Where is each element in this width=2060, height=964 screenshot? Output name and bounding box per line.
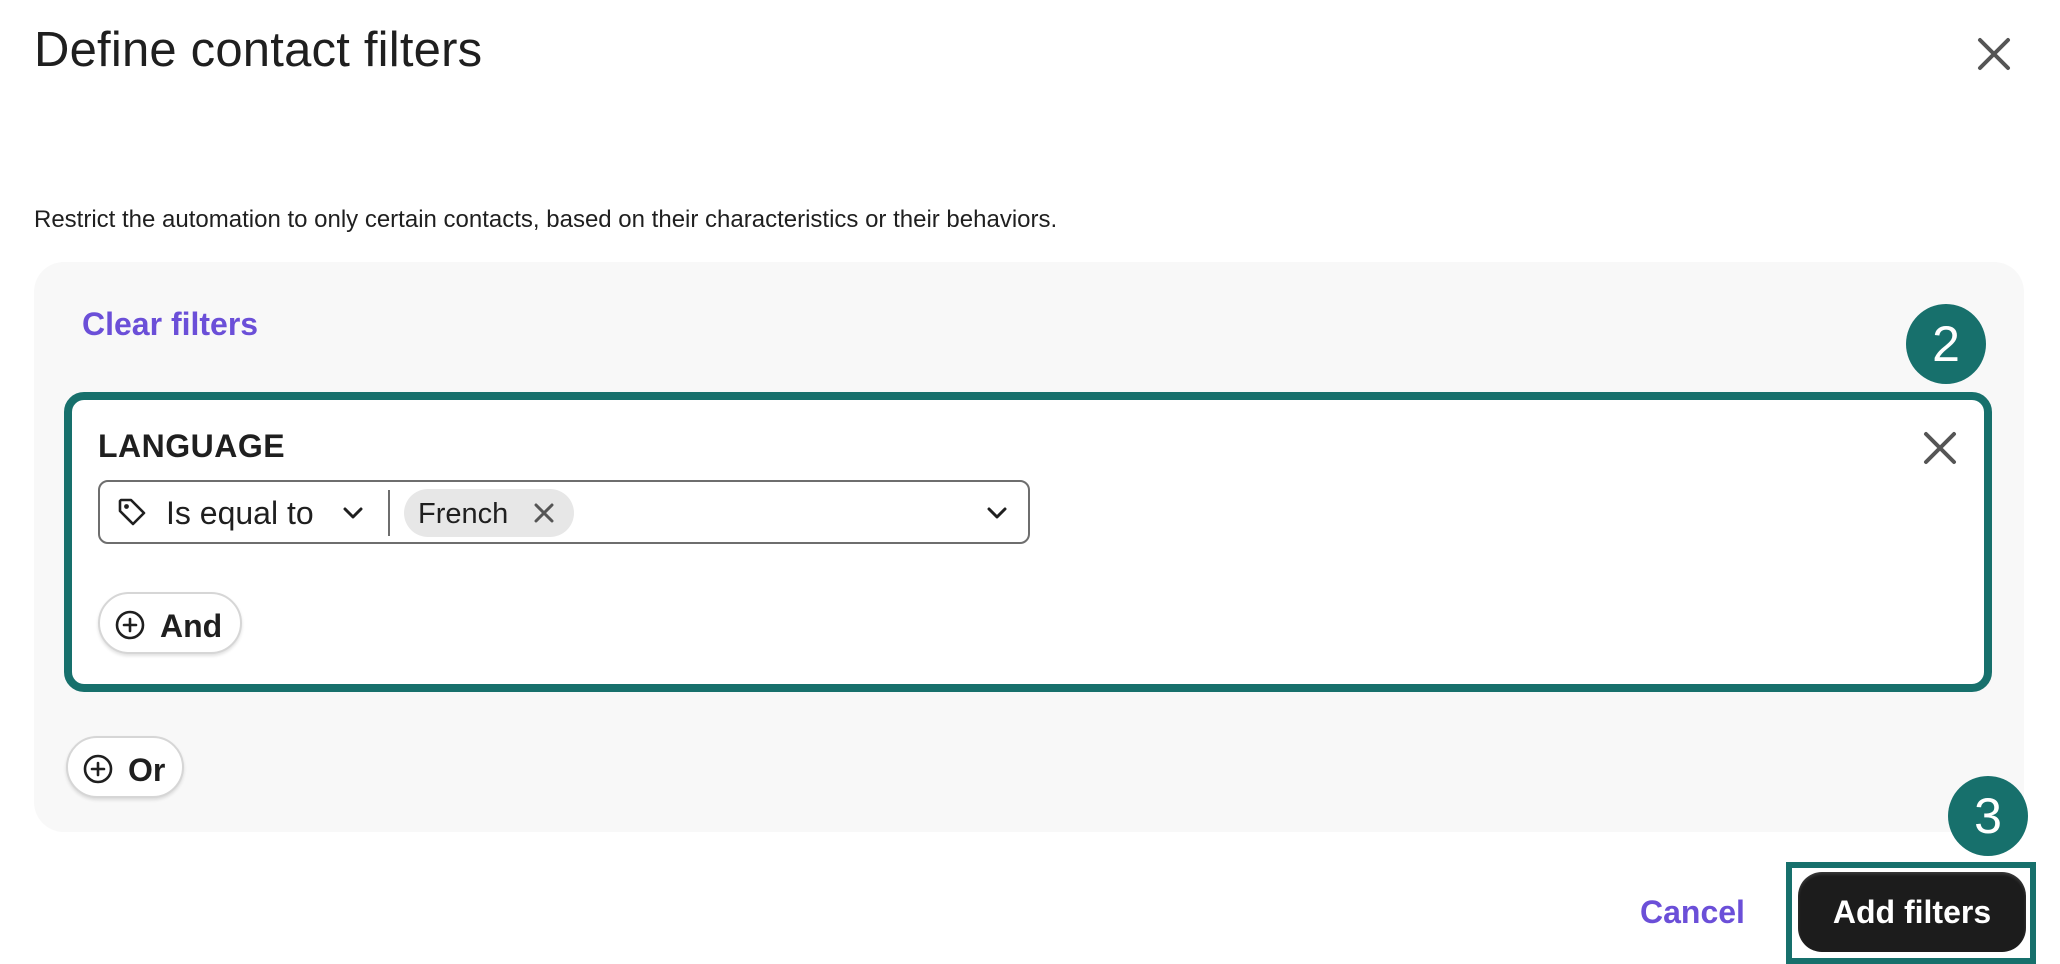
chevron-down-icon[interactable] (984, 500, 1010, 526)
or-label: Or (128, 752, 166, 788)
chevron-down-icon (343, 507, 363, 519)
dialog-title: Define contact filters (34, 23, 483, 77)
and-label: And (160, 608, 223, 644)
plus-circle-icon (115, 610, 145, 640)
value-chip-label: French (418, 498, 509, 530)
remove-value-button[interactable] (530, 499, 558, 527)
close-icon (534, 503, 554, 523)
close-icon (1924, 432, 1956, 464)
operator-label: Is equal to (166, 495, 314, 531)
step-badge-3: 3 (1948, 776, 2028, 856)
close-dialog-button[interactable] (1970, 30, 2018, 78)
cancel-button[interactable]: Cancel (1640, 894, 1745, 931)
close-icon (1978, 38, 2010, 70)
add-filters-button[interactable]: Add filters (1798, 872, 2026, 952)
dialog-description: Restrict the automation to only certain … (34, 206, 1058, 233)
operator-select[interactable]: Is equal to (100, 482, 388, 542)
filter-condition-row: Is equal to French (98, 480, 1030, 544)
add-and-condition-button[interactable]: And (98, 592, 242, 654)
tag-icon (118, 498, 146, 526)
remove-filter-group-button[interactable] (1916, 424, 1964, 472)
add-or-group-button[interactable]: Or (66, 736, 184, 798)
contact-filters-dialog: Define contact filters Restrict the auto… (0, 0, 2060, 964)
filter-group-label: LANGUAGE (98, 428, 286, 464)
value-chip: French (404, 489, 574, 537)
step-badge-2: 2 (1906, 304, 1986, 384)
condition-divider (388, 490, 390, 536)
clear-filters-button[interactable]: Clear filters (82, 306, 258, 343)
plus-circle-icon (83, 754, 113, 784)
